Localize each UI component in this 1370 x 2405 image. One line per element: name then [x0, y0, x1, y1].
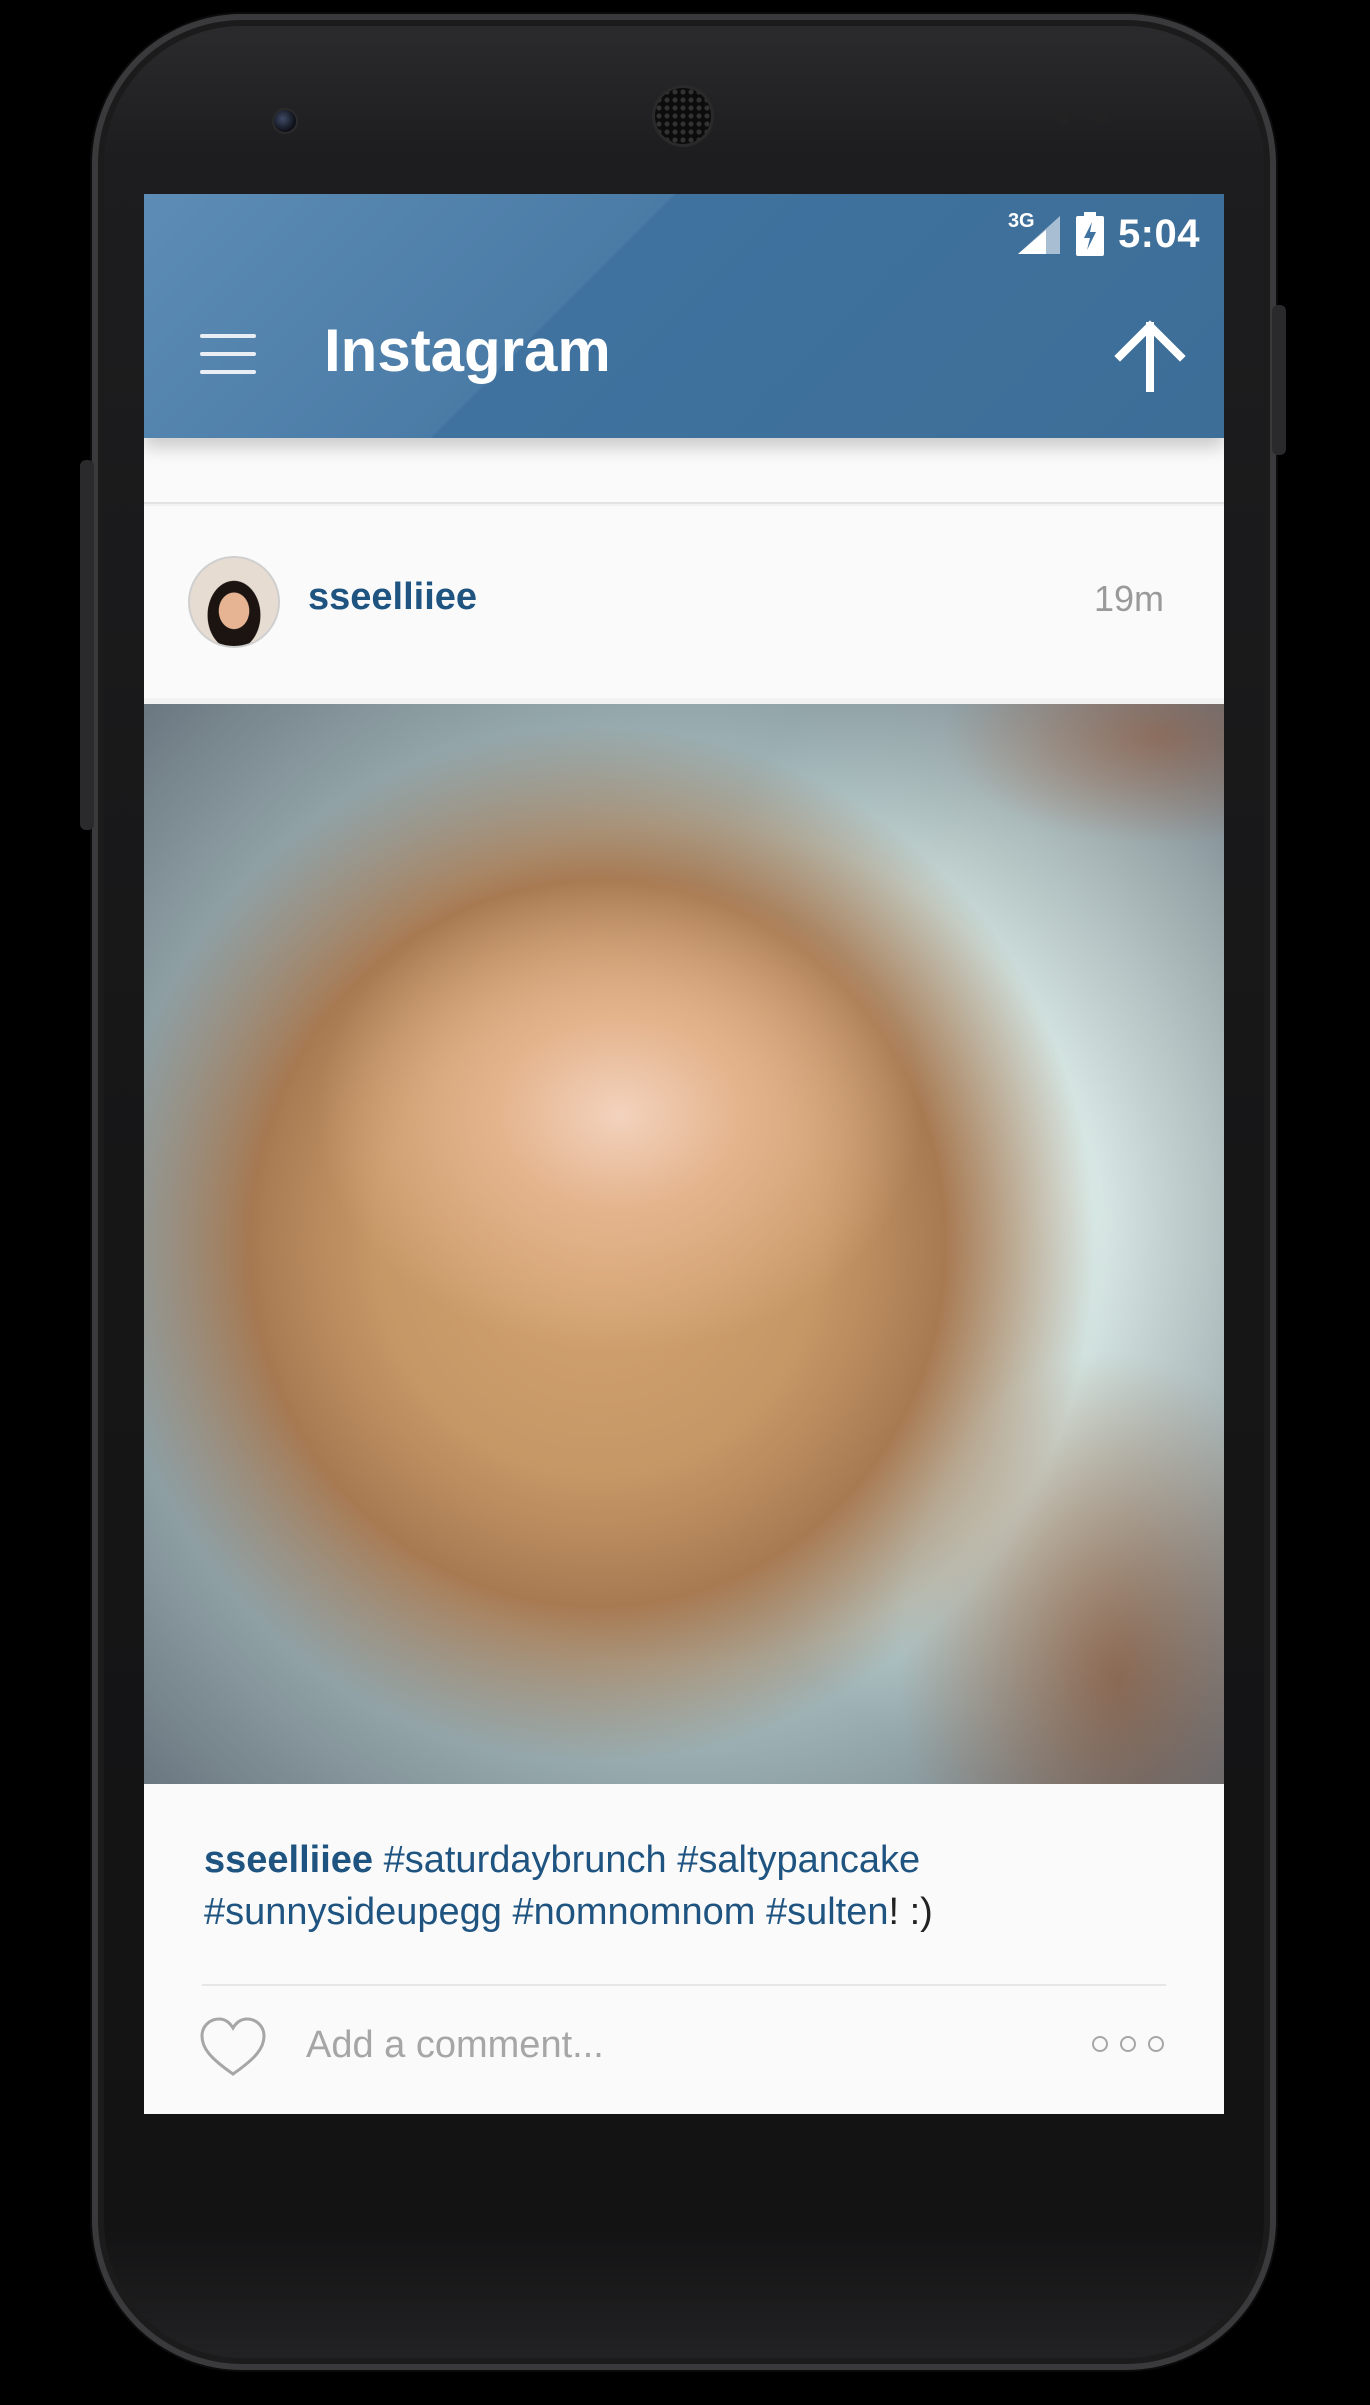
light-sensor	[1094, 110, 1108, 124]
hashtag[interactable]: #sulten	[766, 1891, 889, 1933]
heart-icon[interactable]	[198, 2016, 268, 2078]
caption-suffix: ! :)	[888, 1891, 933, 1933]
clock: 5:04	[1117, 211, 1200, 256]
post-caption: sseelliiee #saturdaybrunch #saltypancake…	[204, 1834, 1164, 1938]
add-comment-input[interactable]: Add a comment...	[306, 2024, 604, 2067]
screen: 3G 5:04 Instagram sseelliiee 19m sseelli…	[144, 194, 1224, 2114]
divider	[202, 1984, 1166, 1986]
hashtag[interactable]: #saturdaybrunch	[384, 1839, 667, 1881]
post-username[interactable]: sseelliiee	[308, 576, 477, 619]
post-photo[interactable]	[144, 704, 1224, 1784]
feed-top-spacer	[144, 438, 1224, 504]
signal-icon: 3G	[1008, 210, 1062, 256]
battery-icon	[1075, 212, 1104, 256]
avatar[interactable]	[188, 556, 280, 648]
proximity-sensor	[1056, 110, 1070, 124]
post-footer: sseelliiee #saturdaybrunch #saltypancake…	[144, 1784, 1224, 2114]
more-options-icon[interactable]	[1092, 2036, 1164, 2052]
hashtag[interactable]: #sunnysideupegg	[204, 1891, 502, 1933]
hashtag[interactable]: #saltypancake	[677, 1839, 920, 1881]
menu-icon[interactable]	[200, 334, 256, 374]
front-camera	[274, 110, 296, 132]
post-header: sseelliiee 19m	[144, 506, 1224, 698]
app-title: Instagram	[324, 317, 611, 384]
hashtag[interactable]: #nomnomnom	[512, 1891, 755, 1933]
caption-username[interactable]: sseelliiee	[204, 1839, 373, 1881]
volume-button	[80, 460, 94, 830]
arrow-up-icon[interactable]	[1114, 320, 1186, 392]
status-bar: 3G 5:04	[1008, 208, 1200, 260]
power-button	[1272, 305, 1286, 455]
earpiece-speaker	[655, 88, 711, 144]
app-bar: 3G 5:04 Instagram	[144, 194, 1224, 438]
post-time: 19m	[1093, 578, 1164, 619]
